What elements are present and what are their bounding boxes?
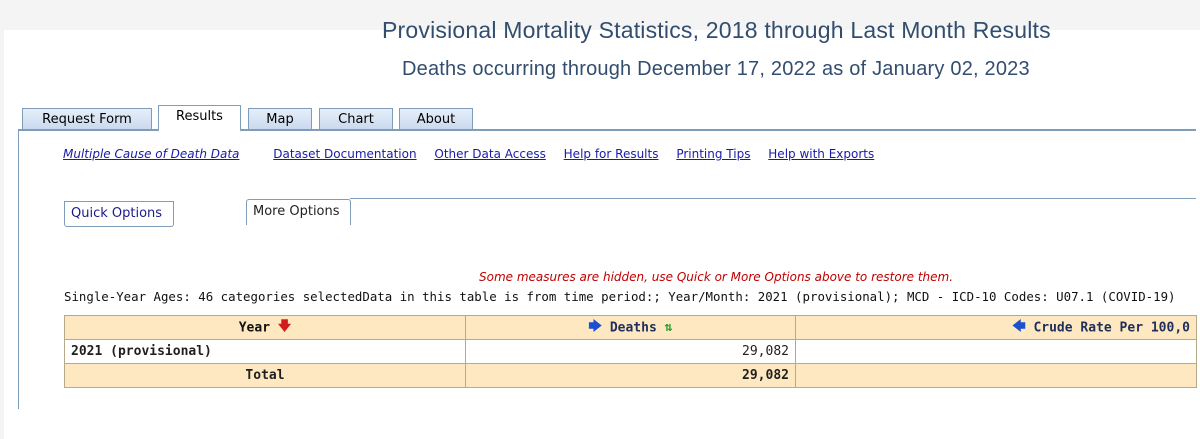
subtab-divider xyxy=(350,198,1196,199)
column-header-deaths[interactable]: 🡆 Deaths ⇅ xyxy=(465,315,796,340)
results-table: Year 🡇 🡆 Deaths ⇅ 🡄 Crude Rate Per 100,0… xyxy=(64,315,1197,388)
table-row: 2021 (provisional) 29,082 xyxy=(64,339,1197,364)
link-help-for-results[interactable]: Help for Results xyxy=(564,147,659,161)
help-links: Multiple Cause of Death Data Dataset Doc… xyxy=(63,147,888,161)
link-other-data-access[interactable]: Other Data Access xyxy=(434,147,545,161)
column-header-crude-rate[interactable]: 🡄 Crude Rate Per 100,0 xyxy=(795,315,1197,340)
column-header-year[interactable]: Year 🡇 xyxy=(64,315,466,340)
left-arrow-blue-icon[interactable]: 🡄 xyxy=(1012,317,1025,339)
link-dataset-documentation[interactable]: Dataset Documentation xyxy=(273,147,416,161)
tab-results[interactable]: Results xyxy=(158,105,241,132)
hidden-measures-message: Some measures are hidden, use Quick or M… xyxy=(479,270,954,284)
column-header-year-label: Year xyxy=(238,320,271,335)
row-year-cell: 2021 (provisional) xyxy=(64,339,466,364)
total-label-cell: Total xyxy=(64,363,466,388)
row-rate-cell xyxy=(795,339,1197,364)
row-deaths-cell: 29,082 xyxy=(465,339,796,364)
more-options-tab[interactable]: More Options xyxy=(246,199,351,225)
page-subtitle: Deaths occurring through December 17, 20… xyxy=(402,58,1030,80)
table-header-row: Year 🡇 🡆 Deaths ⇅ 🡄 Crude Rate Per 100,0 xyxy=(64,315,1197,340)
link-printing-tips[interactable]: Printing Tips xyxy=(676,147,750,161)
quick-options-tab[interactable]: Quick Options xyxy=(64,201,174,227)
link-multiple-cause-of-death[interactable]: Multiple Cause of Death Data xyxy=(63,147,239,161)
right-arrow-blue-icon[interactable]: 🡆 xyxy=(589,317,602,339)
table-total-row: Total 29,082 xyxy=(64,363,1197,388)
page-title: Provisional Mortality Statistics, 2018 t… xyxy=(382,17,1051,43)
total-deaths-cell: 29,082 xyxy=(465,363,796,388)
link-help-with-exports[interactable]: Help with Exports xyxy=(768,147,874,161)
up-down-arrows-green-icon[interactable]: ⇅ xyxy=(665,320,673,335)
total-rate-cell xyxy=(795,363,1197,388)
down-arrow-red-icon[interactable]: 🡇 xyxy=(278,317,291,339)
query-summary: Single-Year Ages: 46 categories selected… xyxy=(64,289,1176,304)
column-header-deaths-label: Deaths xyxy=(609,320,657,335)
column-header-crude-rate-label: Crude Rate Per 100,0 xyxy=(1033,320,1190,335)
